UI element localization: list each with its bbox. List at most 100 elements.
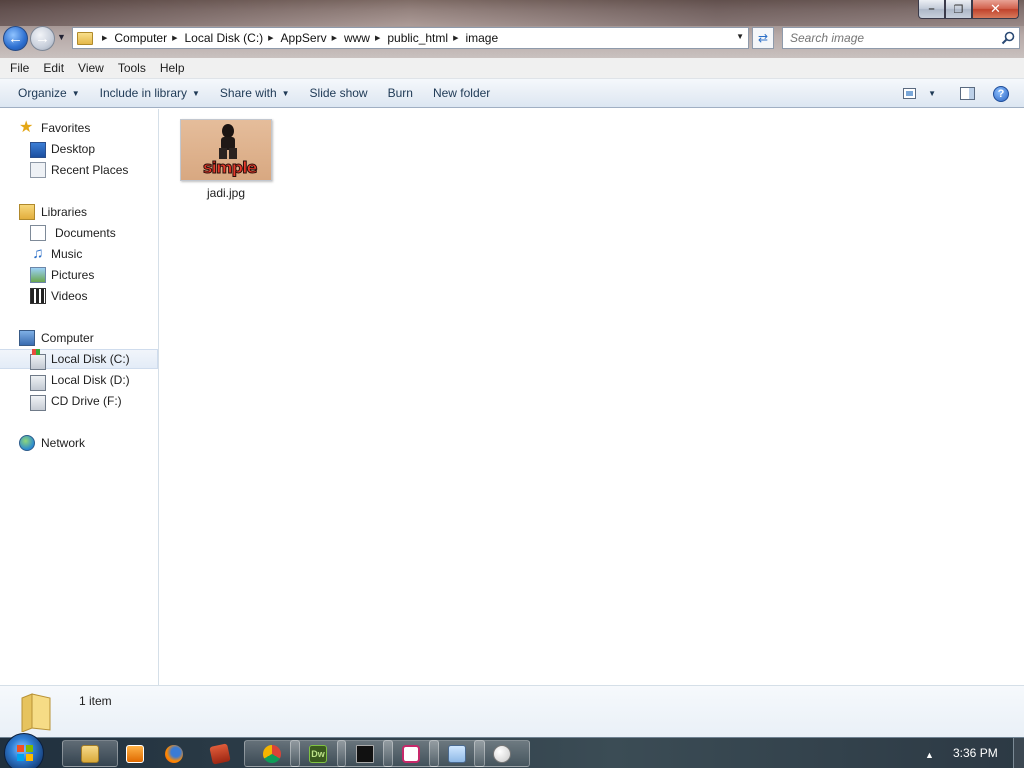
breadcrumb-separator-icon[interactable]: ▶	[172, 34, 177, 42]
burn-label: Burn	[387, 86, 413, 100]
videos-icon	[30, 288, 46, 304]
recent-places-icon	[30, 162, 46, 178]
desktop-icon	[30, 142, 46, 158]
nav-desktop[interactable]: Desktop	[0, 139, 158, 159]
minimize-button[interactable]: –	[918, 0, 945, 19]
burn-button[interactable]: Burn	[378, 86, 423, 100]
cd-drive-icon	[30, 394, 46, 411]
breadcrumb-separator-icon[interactable]: ▶	[332, 34, 337, 42]
nav-music[interactable]: ♫ Music	[0, 244, 158, 264]
computer-icon	[19, 330, 35, 346]
nav-network-label: Network	[41, 436, 86, 450]
breadcrumb-appserv[interactable]: AppServ	[281, 31, 327, 45]
include-in-library-label: Include in library	[99, 86, 187, 100]
refresh-button[interactable]: ⇄	[752, 27, 774, 49]
nav-documents[interactable]: Documents	[0, 223, 158, 243]
breadcrumb-public-html[interactable]: public_html	[387, 31, 448, 45]
star-icon: ★	[19, 119, 34, 136]
chevron-down-icon: ▼	[71, 88, 80, 98]
recent-locations-dropdown[interactable]: ▼	[57, 32, 67, 44]
command-bar: Organize ▼ Include in library ▼ Share with…	[0, 79, 1024, 108]
back-button[interactable]: ←	[3, 26, 28, 51]
clock[interactable]: 3:36 PM	[953, 746, 998, 760]
window-title-bar: – ❐ ✕ ← → ▼ ▶ Computer ▶ Local Disk (C:)…	[0, 0, 1024, 58]
organize-button[interactable]: Organize ▼	[8, 86, 90, 100]
taskbar-paint[interactable]	[474, 740, 530, 767]
nav-libraries[interactable]: Libraries	[0, 202, 158, 222]
nav-recent-places[interactable]: Recent Places	[0, 160, 158, 180]
nav-libraries-label: Libraries	[41, 205, 88, 219]
nav-videos[interactable]: Videos	[0, 286, 158, 306]
new-folder-label: New folder	[432, 86, 491, 100]
nav-cd-drive-f[interactable]: CD Drive (F:)	[0, 391, 158, 411]
slide-show-button[interactable]: Slide show	[300, 86, 378, 100]
command-prompt-icon	[356, 744, 374, 763]
taskbar-presentation-app[interactable]	[192, 740, 248, 767]
new-folder-button[interactable]: New folder	[423, 86, 500, 100]
search-box[interactable]	[782, 27, 1020, 49]
image-thumbnail: simple	[180, 119, 272, 181]
nav-favorites[interactable]: ★ Favorites	[0, 118, 158, 138]
nav-desktop-label: Desktop	[51, 142, 96, 156]
address-bar[interactable]: ▶ Computer ▶ Local Disk (C:) ▶ AppServ ▶…	[72, 27, 749, 49]
taskbar: Dw ▲ 3:36 PM	[0, 733, 1024, 768]
start-button[interactable]	[4, 733, 44, 768]
chevron-down-icon: ▼	[281, 88, 290, 98]
firefox-icon	[165, 744, 183, 763]
app-c-icon	[402, 744, 420, 763]
person-silhouette-icon	[219, 124, 237, 159]
details-pane: 1 item	[0, 685, 1024, 737]
nav-favorites-label: Favorites	[41, 121, 91, 135]
share-with-label: Share with	[219, 86, 277, 100]
share-with-button[interactable]: Share with ▼	[210, 86, 300, 100]
show-hidden-icons-icon[interactable]: ▲	[925, 750, 934, 760]
search-input[interactable]	[790, 28, 990, 48]
address-dropdown-icon[interactable]: ▼	[736, 32, 744, 41]
change-view-icon[interactable]	[903, 88, 917, 99]
chrome-icon	[263, 744, 281, 763]
slide-show-label: Slide show	[309, 86, 368, 100]
menu-file[interactable]: File	[3, 61, 36, 75]
view-options-chevron-icon[interactable]: ▼	[928, 89, 936, 98]
preview-pane-icon[interactable]	[960, 87, 975, 100]
documents-icon	[30, 225, 46, 241]
nav-network[interactable]: Network	[0, 433, 158, 453]
help-icon[interactable]: ?	[993, 85, 1009, 102]
nav-pictures[interactable]: Pictures	[0, 265, 158, 285]
menu-view[interactable]: View	[71, 61, 111, 75]
breadcrumb-local-disk-c[interactable]: Local Disk (C:)	[184, 31, 263, 45]
forward-arrow-icon: →	[35, 30, 50, 47]
windows-logo-icon	[17, 745, 33, 761]
breadcrumb-www[interactable]: www	[344, 31, 370, 45]
network-icon	[19, 435, 35, 451]
breadcrumb-computer[interactable]: Computer	[114, 31, 167, 45]
search-icon	[1001, 31, 1015, 45]
restore-button[interactable]: ❐	[945, 0, 972, 19]
file-item[interactable]: simple jadi.jpg	[179, 119, 273, 200]
breadcrumb-separator-icon[interactable]: ▶	[268, 34, 273, 42]
organize-label: Organize	[18, 86, 67, 100]
breadcrumb-separator-icon[interactable]: ▶	[453, 34, 458, 42]
file-list[interactable]: simple jadi.jpg	[159, 109, 1024, 685]
nav-local-disk-c[interactable]: Local Disk (C:)	[0, 348, 158, 370]
navigation-pane: ★ Favorites Desktop Recent Places Librar…	[0, 109, 159, 685]
nav-videos-label: Videos	[51, 289, 88, 303]
menu-edit[interactable]: Edit	[36, 61, 71, 75]
menu-help[interactable]: Help	[153, 61, 192, 75]
breadcrumb-image[interactable]: image	[465, 31, 498, 45]
system-drive-icon	[30, 348, 46, 370]
show-desktop-button[interactable]	[1013, 738, 1024, 768]
thumbnail-logo-text: simple	[202, 158, 257, 178]
menu-tools[interactable]: Tools	[111, 61, 153, 75]
presentation-app-icon	[209, 742, 231, 765]
folder-icon	[77, 31, 93, 45]
nav-local-disk-d[interactable]: Local Disk (D:)	[0, 370, 158, 391]
include-in-library-button[interactable]: Include in library ▼	[90, 86, 210, 100]
file-name[interactable]: jadi.jpg	[179, 186, 273, 200]
nav-computer[interactable]: Computer	[0, 328, 158, 348]
breadcrumb-separator-icon[interactable]: ▶	[102, 34, 107, 42]
forward-button[interactable]: →	[30, 26, 55, 51]
breadcrumb-separator-icon[interactable]: ▶	[375, 34, 380, 42]
nav-recent-places-label: Recent Places	[51, 163, 129, 177]
close-button[interactable]: ✕	[972, 0, 1019, 19]
